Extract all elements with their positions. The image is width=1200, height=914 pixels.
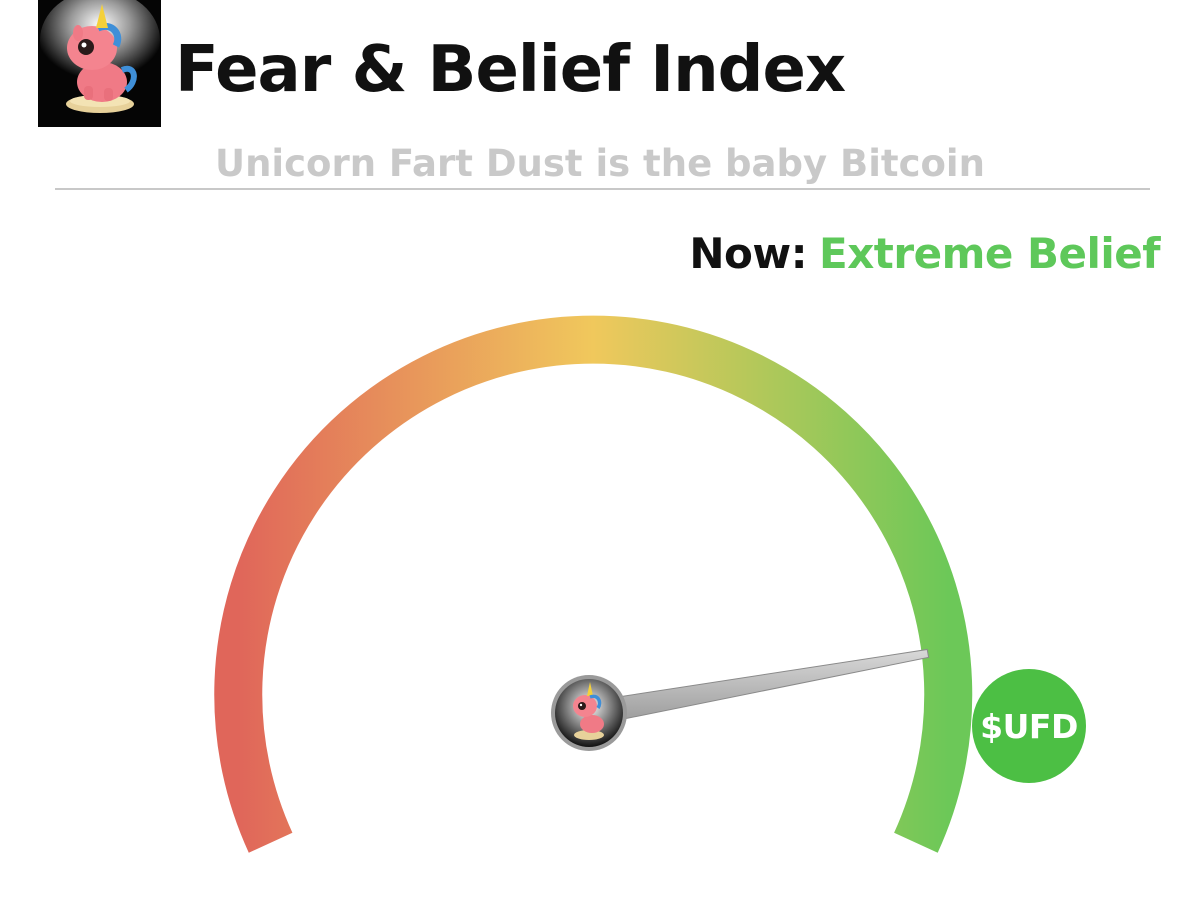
ufd-ticker-badge: $UFD (972, 669, 1086, 783)
needle-hub-unicorn-icon (551, 675, 627, 751)
gauge-needle (590, 648, 930, 726)
gauge-arc (214, 315, 973, 853)
